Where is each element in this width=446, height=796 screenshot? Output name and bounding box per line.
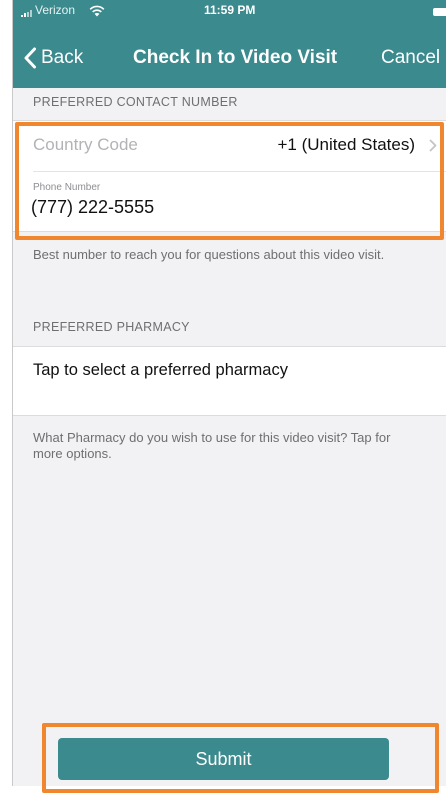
cancel-button[interactable]: Cancel	[381, 47, 440, 69]
phone-screen: Verizon 11:59 PM Back Check In to Video …	[12, 0, 446, 786]
country-code-value: +1 (United States)	[277, 135, 416, 154]
pharmacy-footnote: What Pharmacy do you wish to use for thi…	[33, 430, 391, 461]
chevron-left-icon	[24, 47, 36, 69]
signal-bars-icon	[21, 10, 33, 17]
back-button[interactable]: Back	[23, 44, 83, 72]
select-pharmacy-row[interactable]: Tap to select a preferred pharmacy	[13, 347, 446, 415]
chevron-right-icon	[429, 139, 437, 152]
top-bar: Verizon 11:59 PM Back Check In to Video …	[13, 0, 446, 88]
contact-group: Country Code +1 (United States) Phone Nu…	[13, 120, 446, 232]
wifi-icon	[89, 5, 105, 17]
pharmacy-group: Tap to select a preferred pharmacy	[13, 346, 446, 416]
contact-section-header: PREFERRED CONTACT NUMBER	[33, 95, 238, 109]
pharmacy-section-header: PREFERRED PHARMACY	[33, 320, 190, 334]
submit-button[interactable]: Submit	[58, 738, 389, 780]
carrier-name: Verizon	[35, 3, 76, 17]
battery-icon	[433, 8, 446, 16]
status-bar: Verizon 11:59 PM	[13, 0, 446, 24]
country-code-row[interactable]: Country Code +1 (United States)	[13, 121, 446, 171]
phone-number-row: Phone Number	[13, 172, 446, 230]
back-label: Back	[41, 47, 84, 68]
phone-number-field[interactable]	[31, 194, 411, 220]
phone-number-caption: Phone Number	[33, 182, 101, 193]
select-pharmacy-label: Tap to select a preferred pharmacy	[33, 361, 288, 379]
status-time: 11:59 PM	[204, 3, 256, 17]
page-title: Check In to Video Visit	[133, 47, 338, 68]
contact-footnote: Best number to reach you for questions a…	[33, 247, 385, 262]
country-code-label: Country Code	[33, 135, 138, 154]
navigation-bar: Back Check In to Video Visit Cancel	[13, 38, 446, 78]
